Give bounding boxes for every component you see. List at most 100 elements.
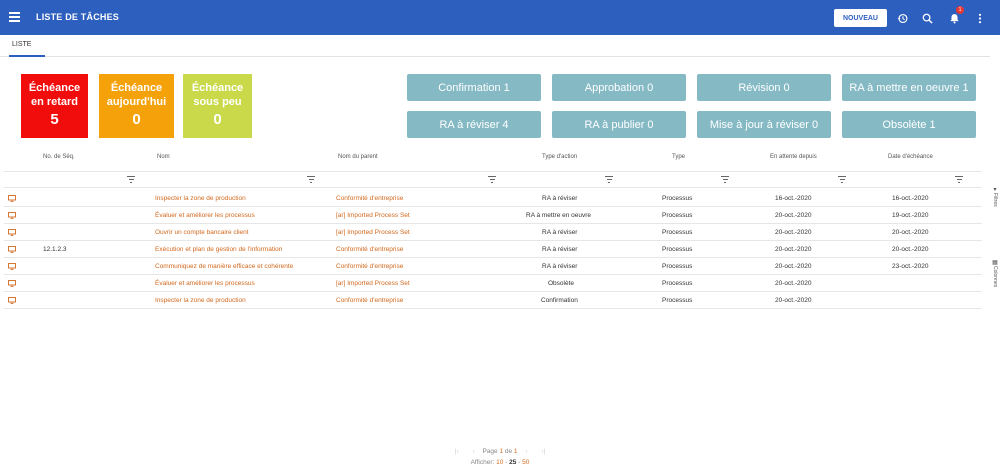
cell-name-link[interactable]: Communiquez de manière efficace et cohér…	[155, 263, 293, 270]
column-header-parent[interactable]: Nom du parent	[338, 154, 378, 160]
cell-seq: 12.1.2.3	[43, 246, 67, 253]
screen-icon[interactable]	[8, 195, 16, 202]
status-button-update-review[interactable]: Mise à jour à réviser 0	[697, 111, 831, 138]
status-button-to-implement[interactable]: RA à mettre en oeuvre 1	[842, 74, 976, 101]
column-header-seq[interactable]: No. de Séq.	[43, 154, 75, 160]
cell-parent-link[interactable]: Conformité d'entreprise	[336, 297, 403, 304]
prev-page-icon[interactable]: ‹	[472, 448, 474, 455]
cell-due-date: 20-oct.-2020	[892, 229, 929, 236]
show-label: Afficher:	[470, 459, 495, 466]
cell-waiting-since: 20-oct.-2020	[775, 246, 812, 253]
status-button-review[interactable]: Révision 0	[697, 74, 831, 101]
tab-liste[interactable]: LISTE	[12, 41, 31, 48]
tile-count: 0	[213, 111, 222, 128]
tile-label: Échéance	[110, 82, 163, 94]
page-size-option-active[interactable]: 25	[509, 459, 516, 466]
cell-name-link[interactable]: Ouvrir un compte bancaire client	[155, 229, 249, 236]
more-options-icon[interactable]	[973, 11, 987, 25]
cell-name-link[interactable]: Inspecter la zone de production	[155, 297, 246, 304]
cell-name-link[interactable]: Évaluer et améliorer les processus	[155, 280, 255, 287]
cell-name-link[interactable]: Évaluer et améliorer les processus	[155, 212, 255, 219]
cell-name-link[interactable]: Inspecter la zone de production	[155, 195, 246, 202]
page-label: Page	[482, 448, 498, 455]
side-tab-columns[interactable]: ▦ Colonnes	[990, 259, 1000, 299]
cell-due-date: 23-oct.-2020	[892, 263, 929, 270]
tile-count: 0	[132, 111, 141, 128]
column-header-waiting-since[interactable]: En attente depuis	[770, 154, 817, 160]
cell-action-type: RA à réviser	[542, 229, 578, 236]
column-header-name[interactable]: Nom	[157, 154, 170, 160]
cell-waiting-since: 20-oct.-2020	[775, 263, 812, 270]
of-label: de	[504, 448, 513, 455]
notification-badge: 1	[956, 6, 964, 14]
new-button[interactable]: NOUVEAU	[834, 9, 887, 27]
table-row[interactable]: Évaluer et améliorer les processus [ar] …	[4, 275, 982, 292]
cell-action-type: Confirmation	[541, 297, 578, 304]
table-row[interactable]: Inspecter la zone de production Conformi…	[4, 292, 982, 309]
tile-due-today[interactable]: Échéance aujourd'hui 0	[99, 74, 174, 138]
cell-parent-link[interactable]: Conformité d'entreprise	[336, 263, 403, 270]
tile-label: Échéance	[191, 82, 244, 94]
status-button-obsolete[interactable]: Obsolète 1	[842, 111, 976, 138]
side-tab-label: Filtres	[992, 193, 998, 207]
table-row[interactable]: Inspecter la zone de production Conformi…	[4, 190, 982, 207]
cell-parent-link[interactable]: [ar] Imported Process Set	[336, 280, 410, 287]
current-page[interactable]: 1	[499, 448, 503, 455]
cell-waiting-since: 20-oct.-2020	[775, 212, 812, 219]
filter-icon[interactable]	[955, 176, 963, 184]
table-row[interactable]: Ouvrir un compte bancaire client [ar] Im…	[4, 224, 982, 241]
filter-icon[interactable]	[838, 176, 846, 184]
cell-parent-link[interactable]: Conformité d'entreprise	[336, 246, 403, 253]
column-header-action-type[interactable]: Type d'action	[542, 154, 577, 160]
cell-parent-link[interactable]: Conformité d'entreprise	[336, 195, 403, 202]
active-tab-indicator	[9, 55, 45, 57]
side-tab-filters[interactable]: ▾ Filtres	[990, 186, 1000, 216]
search-icon[interactable]	[920, 11, 934, 25]
screen-icon[interactable]	[8, 229, 16, 236]
cell-parent-link[interactable]: [ar] Imported Process Set	[336, 212, 410, 219]
cell-action-type: RA à réviser	[542, 246, 578, 253]
cell-waiting-since: 20-oct.-2020	[775, 297, 812, 304]
next-page-icon[interactable]: ›	[525, 448, 527, 455]
cell-action-type: RA à réviser	[542, 263, 578, 270]
history-icon[interactable]	[895, 11, 909, 25]
cell-type: Processus	[662, 212, 693, 219]
cell-parent-link[interactable]: [ar] Imported Process Set	[336, 229, 410, 236]
status-button-confirmation[interactable]: Confirmation 1	[407, 74, 541, 101]
filter-icon[interactable]	[488, 176, 496, 184]
pagination: |‹ ‹ Page 1 de 1 › ›|	[0, 448, 1000, 455]
tab-bar: LISTE	[0, 35, 990, 57]
cell-type: Processus	[662, 229, 693, 236]
screen-icon[interactable]	[8, 297, 16, 304]
screen-icon[interactable]	[8, 280, 16, 287]
first-page-icon[interactable]: |‹	[455, 448, 459, 455]
column-header-type[interactable]: Type	[672, 154, 685, 160]
tile-overdue[interactable]: Échéance en retard 5	[21, 74, 88, 138]
filter-icon[interactable]	[127, 176, 135, 184]
table-row[interactable]: Communiquez de manière efficace et cohér…	[4, 258, 982, 275]
screen-icon[interactable]	[8, 246, 16, 253]
filter-icon[interactable]	[605, 176, 613, 184]
screen-icon[interactable]	[8, 212, 16, 219]
page-title: LISTE DE TÂCHES	[36, 12, 120, 22]
tile-label: aujourd'hui	[106, 96, 167, 108]
status-button-to-review[interactable]: RA à réviser 4	[407, 111, 541, 138]
column-header-due-date[interactable]: Date d'échéance	[888, 154, 933, 160]
filter-row	[4, 171, 982, 188]
screen-icon[interactable]	[8, 263, 16, 270]
cell-name-link[interactable]: Exécution et plan de gestion de l'inform…	[155, 246, 282, 253]
filter-icon[interactable]	[307, 176, 315, 184]
table-row[interactable]: Évaluer et améliorer les processus [ar] …	[4, 207, 982, 224]
last-page-icon[interactable]: ›|	[541, 448, 545, 455]
cell-type: Processus	[662, 263, 693, 270]
tile-due-soon[interactable]: Échéance sous peu 0	[183, 74, 252, 138]
columns-icon: ▦	[991, 259, 998, 266]
cell-action-type: Obsolète	[548, 280, 575, 287]
page-size-option[interactable]: 50	[522, 459, 529, 466]
table-row[interactable]: 12.1.2.3 Exécution et plan de gestion de…	[4, 241, 982, 258]
page-size-option[interactable]: 10	[496, 459, 503, 466]
status-button-approval[interactable]: Approbation 0	[552, 74, 686, 101]
menu-icon[interactable]	[9, 12, 20, 22]
filter-icon[interactable]	[721, 176, 729, 184]
status-button-to-publish[interactable]: RA à publier 0	[552, 111, 686, 138]
